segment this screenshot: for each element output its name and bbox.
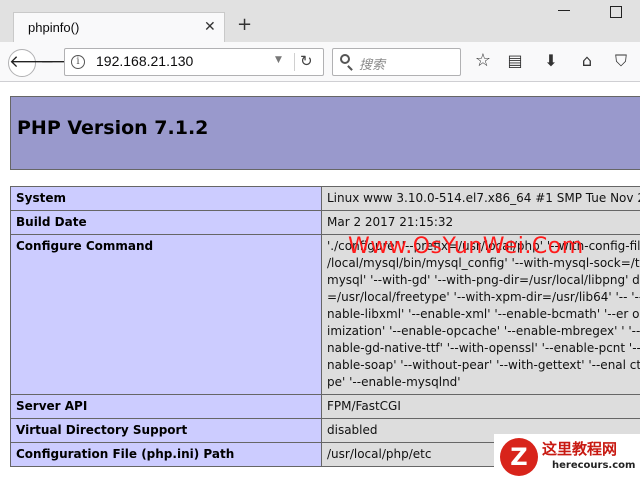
logo-text-en: herecours.com: [552, 460, 636, 471]
row-key: Server API: [10, 394, 322, 419]
row-key: Configuration File (php.ini) Path: [10, 442, 322, 467]
back-button[interactable]: 🡐: [8, 49, 55, 77]
row-value: FPM/FastCGI: [321, 394, 640, 419]
site-watermark: Www.OsYunWei.Com: [348, 234, 584, 259]
url-separator: [294, 53, 295, 71]
row-key: Virtual Directory Support: [10, 418, 322, 443]
search-icon: [340, 54, 350, 64]
address-bar[interactable]: i 192.168.21.130 ▼ ↻: [64, 48, 324, 76]
logo-watermark: Z 这里教程网 herecours.com: [494, 434, 640, 480]
row-value: Linux www 3.10.0-514.el7.x86_64 #1 SMP T…: [321, 186, 640, 211]
bookmark-star-icon[interactable]: ☆: [472, 51, 494, 71]
download-icon[interactable]: ⬇: [540, 51, 562, 71]
home-icon[interactable]: ⌂: [576, 51, 598, 71]
minimize-icon[interactable]: [558, 10, 570, 11]
tab-title: phpinfo(): [28, 20, 80, 35]
info-icon[interactable]: i: [71, 55, 85, 69]
row-key: Build Date: [10, 210, 322, 235]
table-row: System Linux www 3.10.0-514.el7.x86_64 #…: [10, 186, 640, 211]
new-tab-button[interactable]: +: [237, 16, 252, 34]
navigation-toolbar: 🡐 🡒 i 192.168.21.130 ▼ ↻ 搜索 ☆ ▤ ⬇ ⌂ ⛉: [0, 42, 640, 82]
maximize-icon[interactable]: [610, 6, 622, 18]
table-row: Server API FPM/FastCGI: [10, 394, 640, 419]
reload-icon[interactable]: ↻: [300, 52, 313, 70]
page-content: PHP Version 7.1.2 System Linux www 3.10.…: [0, 82, 640, 480]
url-text[interactable]: 192.168.21.130: [96, 53, 193, 69]
tab-phpinfo[interactable]: phpinfo() ✕: [13, 12, 225, 43]
logo-text-cn: 这里教程网: [542, 440, 618, 458]
table-row: Build Date Mar 2 2017 21:15:32: [10, 210, 640, 235]
logo-mark-icon: Z: [500, 438, 538, 476]
php-header: PHP Version 7.1.2: [10, 96, 640, 170]
forward-button[interactable]: 🡒: [40, 52, 86, 72]
page-title: PHP Version 7.1.2: [17, 117, 209, 139]
row-key: Configure Command: [10, 234, 322, 395]
title-bar: phpinfo() ✕ +: [0, 0, 640, 43]
row-value: Mar 2 2017 21:15:32: [321, 210, 640, 235]
reading-list-icon[interactable]: ▤: [504, 51, 526, 71]
search-bar[interactable]: 搜索: [332, 48, 461, 76]
row-key: System: [10, 186, 322, 211]
close-tab-icon[interactable]: ✕: [204, 18, 216, 36]
info-table: System Linux www 3.10.0-514.el7.x86_64 #…: [10, 186, 640, 467]
search-placeholder[interactable]: 搜索: [359, 54, 385, 73]
tracking-shield-icon[interactable]: ⛉: [610, 51, 632, 71]
dropdown-arrow-icon[interactable]: ▼: [275, 55, 282, 65]
